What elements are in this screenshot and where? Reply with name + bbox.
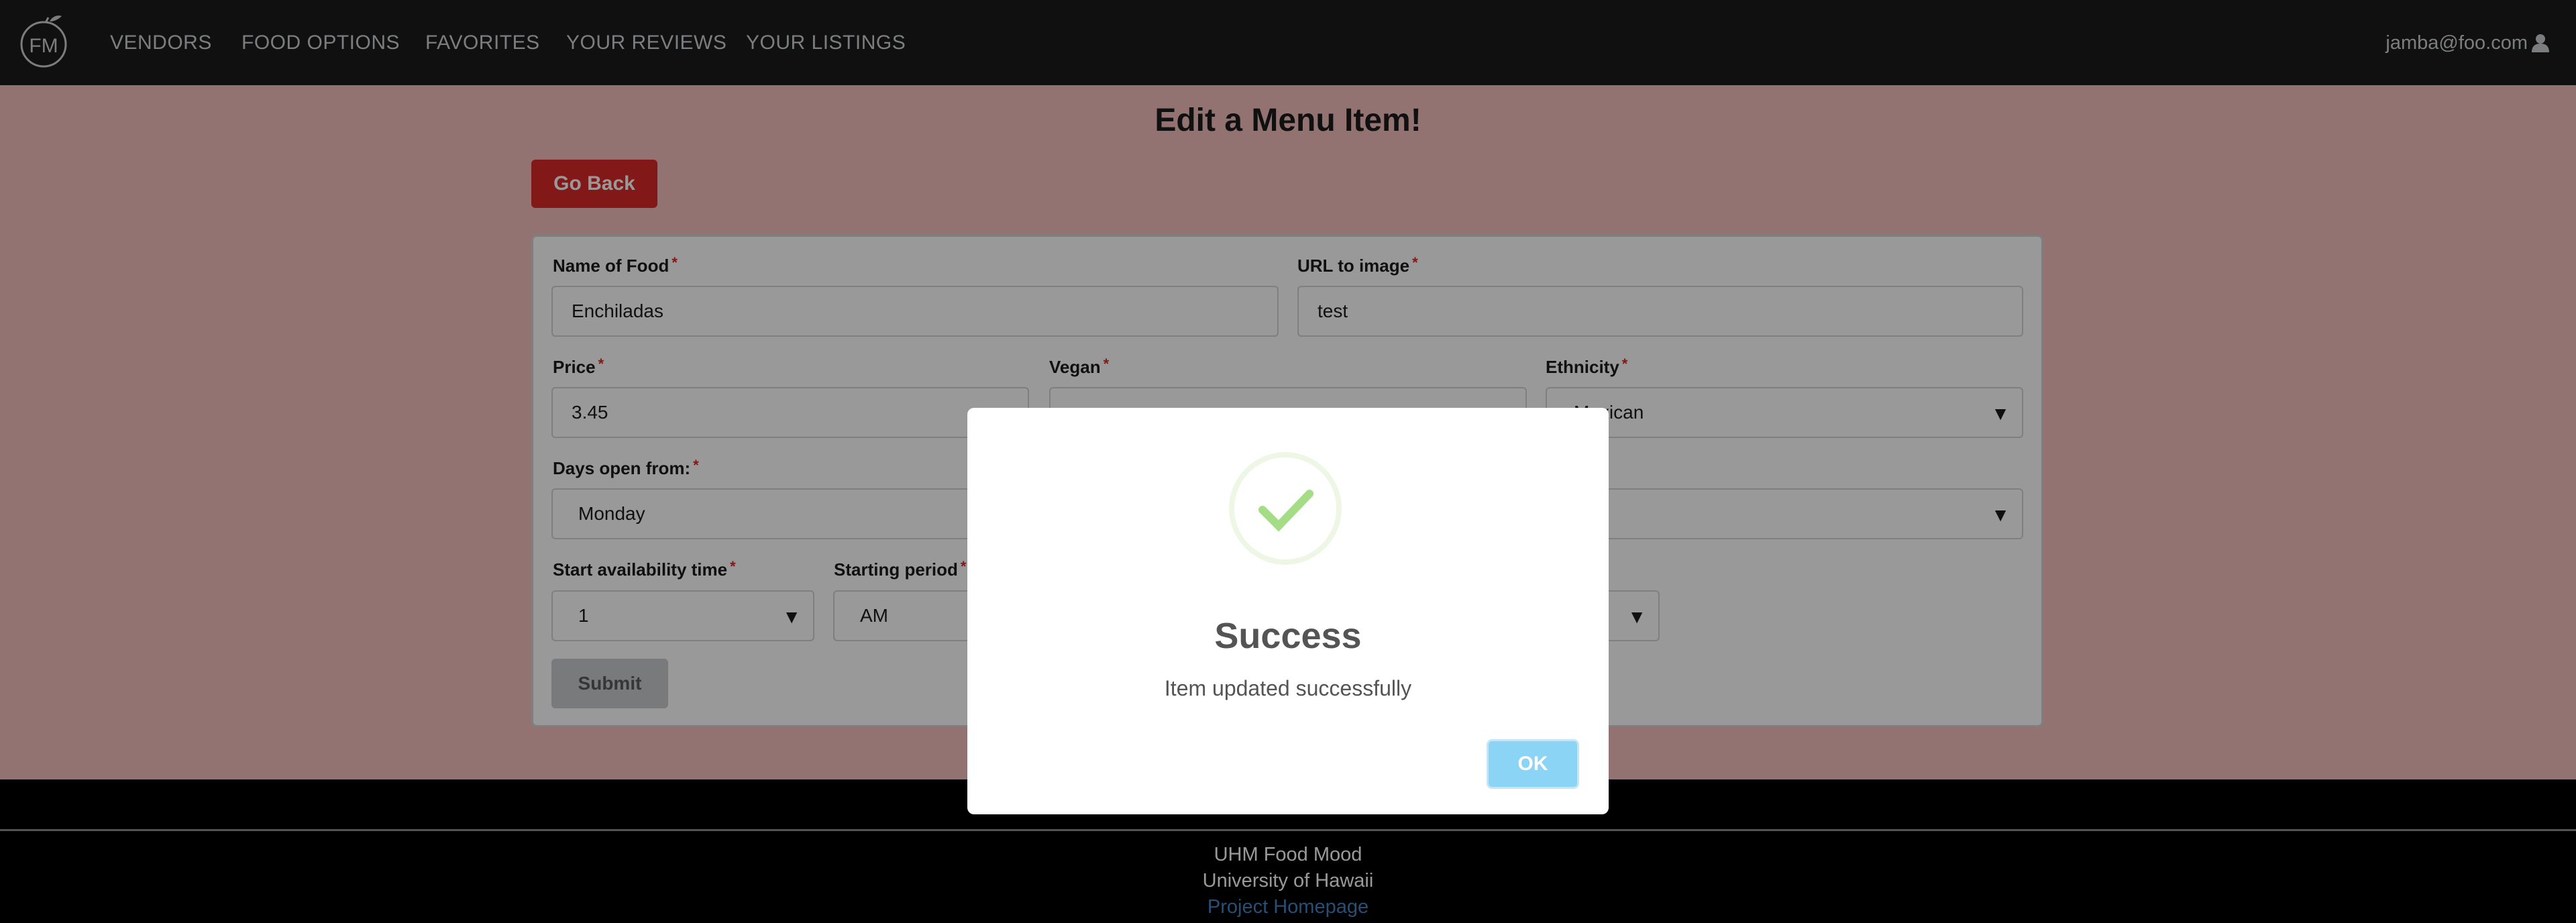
success-check-icon	[1229, 452, 1342, 565]
success-dialog: Success Item updated successfully OK	[967, 408, 1609, 814]
dialog-message: Item updated successfully	[1164, 676, 1412, 700]
ok-button[interactable]: OK	[1487, 739, 1579, 789]
dialog-title: Success	[1214, 616, 1362, 656]
